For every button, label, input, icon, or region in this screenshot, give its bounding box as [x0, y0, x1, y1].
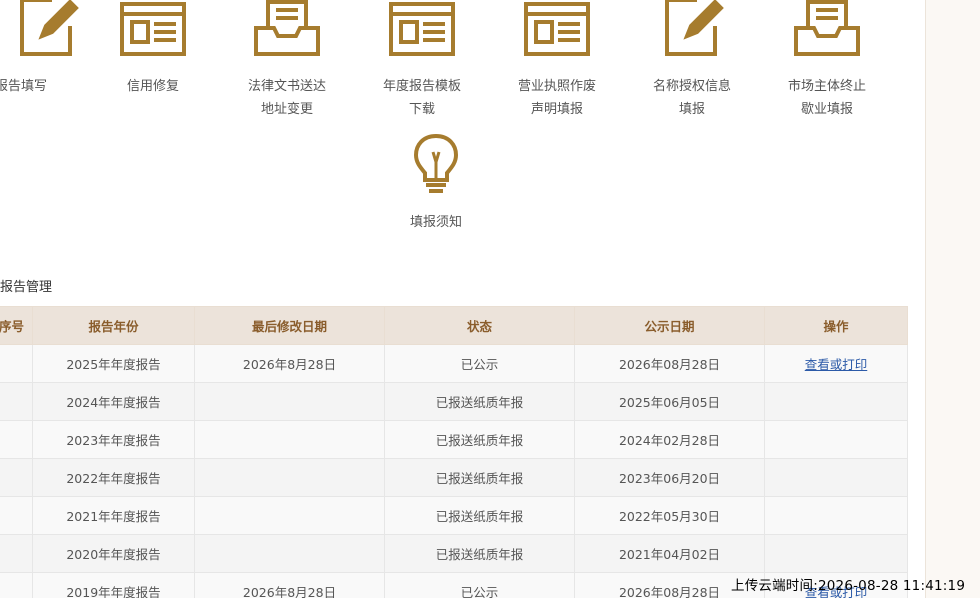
table-row: 2020年年度报告 已报送纸质年报 2021年04月02日 — [0, 534, 908, 573]
reports-table: 序号 报告年份 最后修改日期 状态 公示日期 操作 2025年年度报告 2026… — [0, 306, 908, 598]
tile-credit-repair[interactable]: 信用修复 — [88, 0, 218, 120]
cell-seq — [0, 496, 33, 535]
table-row: 2024年年度报告 已报送纸质年报 2025年06月05日 — [0, 382, 908, 421]
cell-published: 2024年02月28日 — [574, 420, 765, 459]
cell-status: 已报送纸质年报 — [384, 496, 575, 535]
cell-modified — [194, 534, 385, 573]
cell-action — [764, 496, 908, 535]
cell-year: 2023年年度报告 — [32, 420, 195, 459]
document-tray-icon — [254, 0, 320, 56]
right-side-panel — [925, 0, 980, 598]
cell-published: 2026年08月28日 — [574, 344, 765, 383]
cell-status: 已报送纸质年报 — [384, 420, 575, 459]
col-header-status: 状态 — [384, 306, 575, 345]
edit-document-icon — [20, 0, 79, 56]
cell-status: 已报送纸质年报 — [384, 534, 575, 573]
tile-label-line2: 填报 — [678, 102, 705, 117]
cell-seq — [0, 458, 33, 497]
tile-filing-instructions[interactable]: 填报须知 — [371, 130, 501, 235]
col-header-action: 操作 — [764, 306, 908, 345]
tile-name-authorization[interactable]: 名称授权信息 填报 — [627, 0, 757, 120]
tile-entity-termination[interactable]: 市场主体终止 歇业填报 — [762, 0, 892, 120]
tile-label: 年度报告模板 — [382, 79, 461, 94]
cell-year: 2025年年度报告 — [32, 344, 195, 383]
cell-seq — [0, 382, 33, 421]
cell-seq — [0, 572, 33, 598]
main-content: 度报告填写 信用修复 法律文书送达 地址变更 — [0, 0, 925, 598]
col-header-seq: 序号 — [0, 306, 33, 345]
cell-modified: 2026年8月28日 — [194, 344, 385, 383]
cell-action: 查看或打印 — [764, 344, 908, 383]
col-header-published: 公示日期 — [574, 306, 765, 345]
edit-document-icon — [665, 0, 724, 56]
col-header-modified: 最后修改日期 — [194, 306, 385, 345]
col-header-year: 报告年份 — [32, 306, 195, 345]
cell-published: 2023年06月20日 — [574, 458, 765, 497]
tile-legal-address-change[interactable]: 法律文书送达 地址变更 — [222, 0, 352, 120]
cell-status: 已公示 — [384, 572, 575, 598]
table-row: 2022年年度报告 已报送纸质年报 2023年06月20日 — [0, 458, 908, 497]
cell-seq — [0, 534, 33, 573]
tile-label-line2: 歇业填报 — [800, 102, 853, 117]
cell-modified: 2026年8月28日 — [194, 572, 385, 598]
cell-action — [764, 420, 908, 459]
tile-label: 法律文书送达 — [247, 79, 326, 94]
browser-window-icon — [524, 2, 590, 56]
cell-published: 2025年06月05日 — [574, 382, 765, 421]
browser-window-icon — [389, 2, 455, 56]
cell-seq — [0, 420, 33, 459]
tile-label: 市场主体终止 — [787, 79, 866, 94]
lightbulb-icon — [413, 133, 459, 193]
cell-action — [764, 458, 908, 497]
section-title: 报告管理 — [0, 280, 53, 295]
tile-label-line2: 声明填报 — [530, 102, 583, 117]
table-row: 2025年年度报告 2026年8月28日 已公示 2026年08月28日 查看或… — [0, 344, 908, 383]
cell-modified — [194, 496, 385, 535]
cell-year: 2021年年度报告 — [32, 496, 195, 535]
tile-label: 营业执照作废 — [517, 79, 596, 94]
cell-year: 2022年年度报告 — [32, 458, 195, 497]
cell-modified — [194, 458, 385, 497]
tile-label: 填报须知 — [409, 215, 462, 230]
cell-year: 2019年年度报告 — [32, 572, 195, 598]
cell-status: 已公示 — [384, 344, 575, 383]
tile-label: 信用修复 — [126, 79, 179, 94]
cell-status: 已报送纸质年报 — [384, 458, 575, 497]
table-row: 2021年年度报告 已报送纸质年报 2022年05月30日 — [0, 496, 908, 535]
cell-seq — [0, 344, 33, 383]
table-row: 2023年年度报告 已报送纸质年报 2024年02月28日 — [0, 420, 908, 459]
tile-label: 名称授权信息 — [652, 79, 731, 94]
cell-modified — [194, 382, 385, 421]
tile-license-void-declaration[interactable]: 营业执照作废 声明填报 — [492, 0, 622, 120]
cell-modified — [194, 420, 385, 459]
cell-published: 2021年04月02日 — [574, 534, 765, 573]
browser-window-icon — [120, 2, 186, 56]
cell-status: 已报送纸质年报 — [384, 382, 575, 421]
cell-year: 2024年年度报告 — [32, 382, 195, 421]
tile-annual-report-template[interactable]: 年度报告模板 下载 — [357, 0, 487, 120]
table-header-row: 序号 报告年份 最后修改日期 状态 公示日期 操作 — [0, 306, 908, 345]
document-tray-icon — [794, 0, 860, 56]
cell-action — [764, 534, 908, 573]
tile-label-line2: 地址变更 — [260, 102, 313, 117]
upload-time-watermark: 上传云端时间:2026-08-28 11:41:19 — [731, 578, 966, 594]
cell-published: 2022年05月30日 — [574, 496, 765, 535]
cell-year: 2020年年度报告 — [32, 534, 195, 573]
view-print-link[interactable]: 查看或打印 — [805, 357, 868, 372]
cell-action — [764, 382, 908, 421]
tile-label-line2: 下载 — [408, 102, 435, 117]
